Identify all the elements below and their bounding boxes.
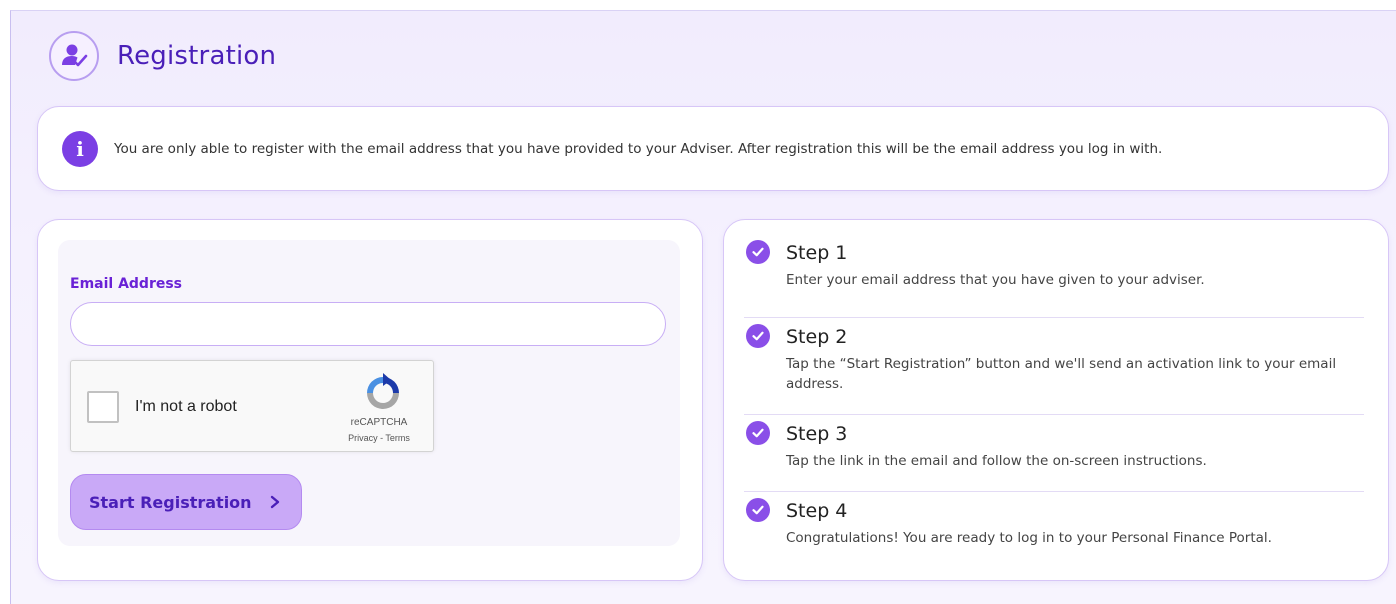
check-circle-icon (746, 324, 770, 348)
recaptcha-links[interactable]: Privacy - Terms (339, 433, 419, 443)
registration-page: Registration i You are only able to regi… (10, 10, 1396, 604)
user-check-icon (49, 31, 99, 81)
recaptcha-checkbox[interactable] (87, 391, 119, 423)
info-text: You are only able to register with the e… (114, 140, 1163, 157)
step-item: Step 3 Tap the link in the email and fol… (744, 415, 1364, 492)
info-icon: i (62, 130, 98, 167)
step-item: Step 1 Enter your email address that you… (744, 234, 1364, 318)
step-description: Tap the “Start Registration” button and … (786, 356, 1337, 392)
check-circle-icon (746, 240, 770, 264)
steps-list: Step 1 Enter your email address that you… (744, 234, 1364, 572)
page-header: Registration (49, 31, 276, 81)
step-title: Step 3 (786, 423, 848, 445)
page-title: Registration (117, 41, 277, 71)
email-label: Email Address (70, 276, 183, 292)
step-title: Step 2 (786, 326, 848, 348)
recaptcha-logo-icon (363, 373, 403, 413)
step-title: Step 4 (786, 500, 848, 522)
step-item: Step 4 Congratulations! You are ready to… (744, 492, 1364, 572)
recaptcha-label: I'm not a robot (135, 398, 237, 415)
check-circle-icon (746, 421, 770, 445)
recaptcha-widget: I'm not a robot reCAPTCHA Privacy - Term… (70, 360, 434, 452)
step-description: Congratulations! You are ready to log in… (786, 530, 1272, 546)
recaptcha-brand: reCAPTCHA (350, 417, 408, 428)
email-input[interactable] (70, 302, 666, 346)
step-description: Tap the link in the email and follow the… (786, 453, 1207, 469)
step-description: Enter your email address that you have g… (786, 272, 1205, 288)
step-item: Step 2 Tap the “Start Registration” butt… (744, 318, 1364, 415)
start-registration-button[interactable]: Start Registration (70, 474, 302, 530)
registration-form: Email Address I'm not a robot reCAPTCHA … (58, 240, 680, 546)
step-title: Step 1 (786, 242, 848, 264)
steps-card: Step 1 Enter your email address that you… (723, 219, 1389, 581)
check-circle-icon (746, 498, 770, 522)
registration-form-card: Email Address I'm not a robot reCAPTCHA … (37, 219, 703, 581)
chevron-right-icon (268, 495, 282, 509)
info-banner: i You are only able to register with the… (37, 106, 1389, 191)
start-registration-label: Start Registration (89, 492, 252, 512)
